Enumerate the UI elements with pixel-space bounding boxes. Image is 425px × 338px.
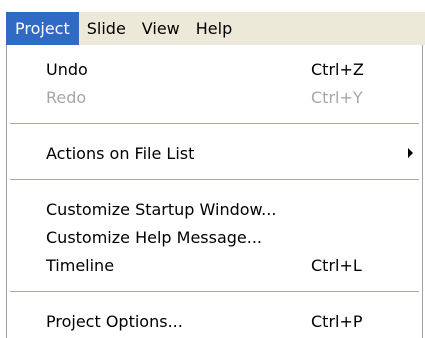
submenu-arrow-icon: [408, 148, 413, 158]
menu-item-undo[interactable]: Undo Ctrl+Z: [7, 55, 422, 83]
menu-item-label: Timeline: [46, 255, 115, 275]
menu-item-project-options[interactable]: Project Options... Ctrl+P: [7, 307, 422, 335]
menu-item-shortcut: Ctrl+Z: [311, 59, 364, 79]
menu-item-label: Customize Help Message...: [46, 227, 263, 247]
menu-separator: [10, 291, 419, 292]
menu-item-redo: Redo Ctrl+Y: [7, 83, 422, 111]
menu-separator: [10, 123, 419, 124]
menu-item-timeline[interactable]: Timeline Ctrl+L: [7, 251, 422, 279]
menu-item-label: Customize Startup Window...: [46, 199, 277, 219]
menu-bar: Project Slide View Help: [6, 12, 425, 45]
menu-view[interactable]: View: [134, 12, 188, 45]
menu-project[interactable]: Project: [6, 12, 79, 45]
menu-item-customize-help-message[interactable]: Customize Help Message...: [7, 223, 422, 251]
menu-item-shortcut: Ctrl+P: [311, 311, 363, 331]
menu-help[interactable]: Help: [188, 12, 240, 45]
menu-item-shortcut: Ctrl+L: [311, 255, 362, 275]
menu-separator: [10, 179, 419, 180]
menu-item-label: Project Options...: [46, 311, 183, 331]
menu-item-shortcut: Ctrl+Y: [311, 87, 363, 107]
menu-slide[interactable]: Slide: [79, 12, 134, 45]
menu-item-actions-on-file-list[interactable]: Actions on File List: [7, 139, 422, 167]
project-dropdown-menu: Undo Ctrl+Z Redo Ctrl+Y Actions on File …: [6, 45, 423, 338]
menu-item-label: Undo: [46, 59, 88, 79]
menu-item-label: Actions on File List: [46, 143, 195, 163]
menu-item-customize-startup-window[interactable]: Customize Startup Window...: [7, 195, 422, 223]
menu-item-label: Redo: [46, 87, 87, 107]
